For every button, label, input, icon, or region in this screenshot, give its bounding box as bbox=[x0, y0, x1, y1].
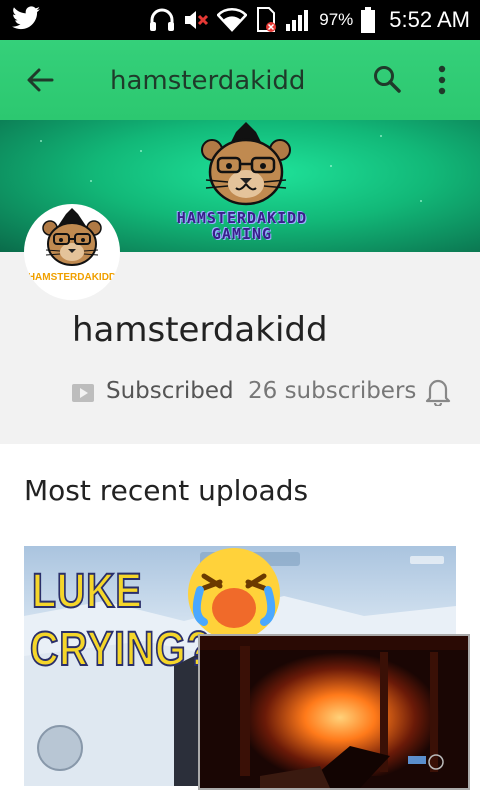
back-arrow-icon[interactable] bbox=[26, 66, 54, 98]
muted-volume-icon bbox=[183, 8, 209, 32]
thumbnail-text-line1: LUKE bbox=[31, 564, 143, 619]
section-title: Most recent uploads bbox=[24, 474, 309, 507]
wifi-icon bbox=[217, 8, 248, 32]
clock: 5:52 AM bbox=[389, 7, 470, 32]
signal-icon bbox=[285, 8, 311, 32]
avatar-text: HAMSTERDAKIDD bbox=[27, 272, 117, 283]
banner-text: HAMSTERDAKIDD GAMING bbox=[162, 210, 322, 242]
subscribed-button[interactable]: Subscribed bbox=[106, 378, 234, 404]
banner-text-line1: HAMSTERDAKIDD bbox=[176, 209, 308, 227]
app-bar: hamsterdakidd bbox=[0, 40, 480, 120]
battery-percent: 97% bbox=[319, 10, 354, 29]
sim-error-icon bbox=[255, 7, 277, 33]
app-bar-title: hamsterdakidd bbox=[110, 66, 306, 96]
twitter-icon bbox=[12, 6, 40, 30]
pip-video-frame bbox=[200, 636, 468, 788]
notification-bell-icon[interactable] bbox=[424, 376, 452, 410]
status-bar: 97% 5:52 AM bbox=[0, 0, 480, 40]
subscriber-count: 26 subscribers bbox=[248, 378, 417, 404]
hamster-logo-icon bbox=[196, 122, 296, 214]
headphones-icon bbox=[149, 8, 175, 32]
picture-in-picture-player[interactable] bbox=[198, 634, 470, 790]
youtube-play-icon bbox=[72, 384, 94, 406]
thumbnail-text-line2: CRYING? bbox=[29, 622, 212, 677]
banner-text-line2: GAMING bbox=[211, 225, 273, 243]
avatar[interactable]: HAMSTERDAKIDD bbox=[24, 204, 120, 300]
battery-icon bbox=[361, 7, 376, 33]
hamster-avatar-icon bbox=[42, 208, 102, 266]
more-vert-icon[interactable] bbox=[436, 64, 448, 100]
channel-name: hamsterdakidd bbox=[72, 310, 328, 350]
search-icon[interactable] bbox=[372, 64, 402, 98]
